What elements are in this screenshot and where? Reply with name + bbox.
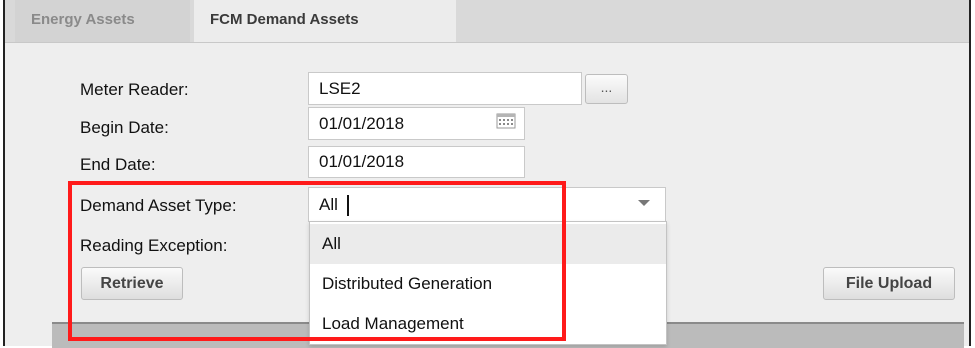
dropdown-option-distributed-generation[interactable]: Distributed Generation [310,264,666,304]
meter-reader-label: Meter Reader: [80,80,189,99]
tab-energy-assets[interactable]: Energy Assets [15,0,190,42]
end-date-input[interactable]: 01/01/2018 [308,146,525,178]
calendar-icon[interactable] [496,113,516,129]
meter-reader-input[interactable]: LSE2 [308,72,582,105]
begin-date-input[interactable]: 01/01/2018 [308,107,525,140]
begin-date-label: Begin Date: [80,118,169,137]
tab-bar: Energy Assets FCM Demand Assets [5,0,969,43]
dropdown-option-all[interactable]: All [310,224,666,264]
demand-asset-type-dropdown: All Distributed Generation Load Manageme… [309,221,667,345]
dropdown-option-load-management[interactable]: Load Management [310,304,666,344]
reading-exception-label: Reading Exception: [80,236,228,255]
retrieve-button[interactable]: Retrieve [81,267,183,300]
file-upload-button[interactable]: File Upload [823,267,955,300]
end-date-label: End Date: [80,155,156,174]
text-caret [347,195,349,216]
meter-reader-browse-button[interactable]: ... [585,74,628,104]
tab-fcm-demand-assets[interactable]: FCM Demand Assets [194,0,456,42]
demand-asset-type-select[interactable]: All [308,187,666,222]
chevron-down-icon[interactable] [638,200,650,206]
demand-asset-type-label: Demand Asset Type: [80,196,237,215]
